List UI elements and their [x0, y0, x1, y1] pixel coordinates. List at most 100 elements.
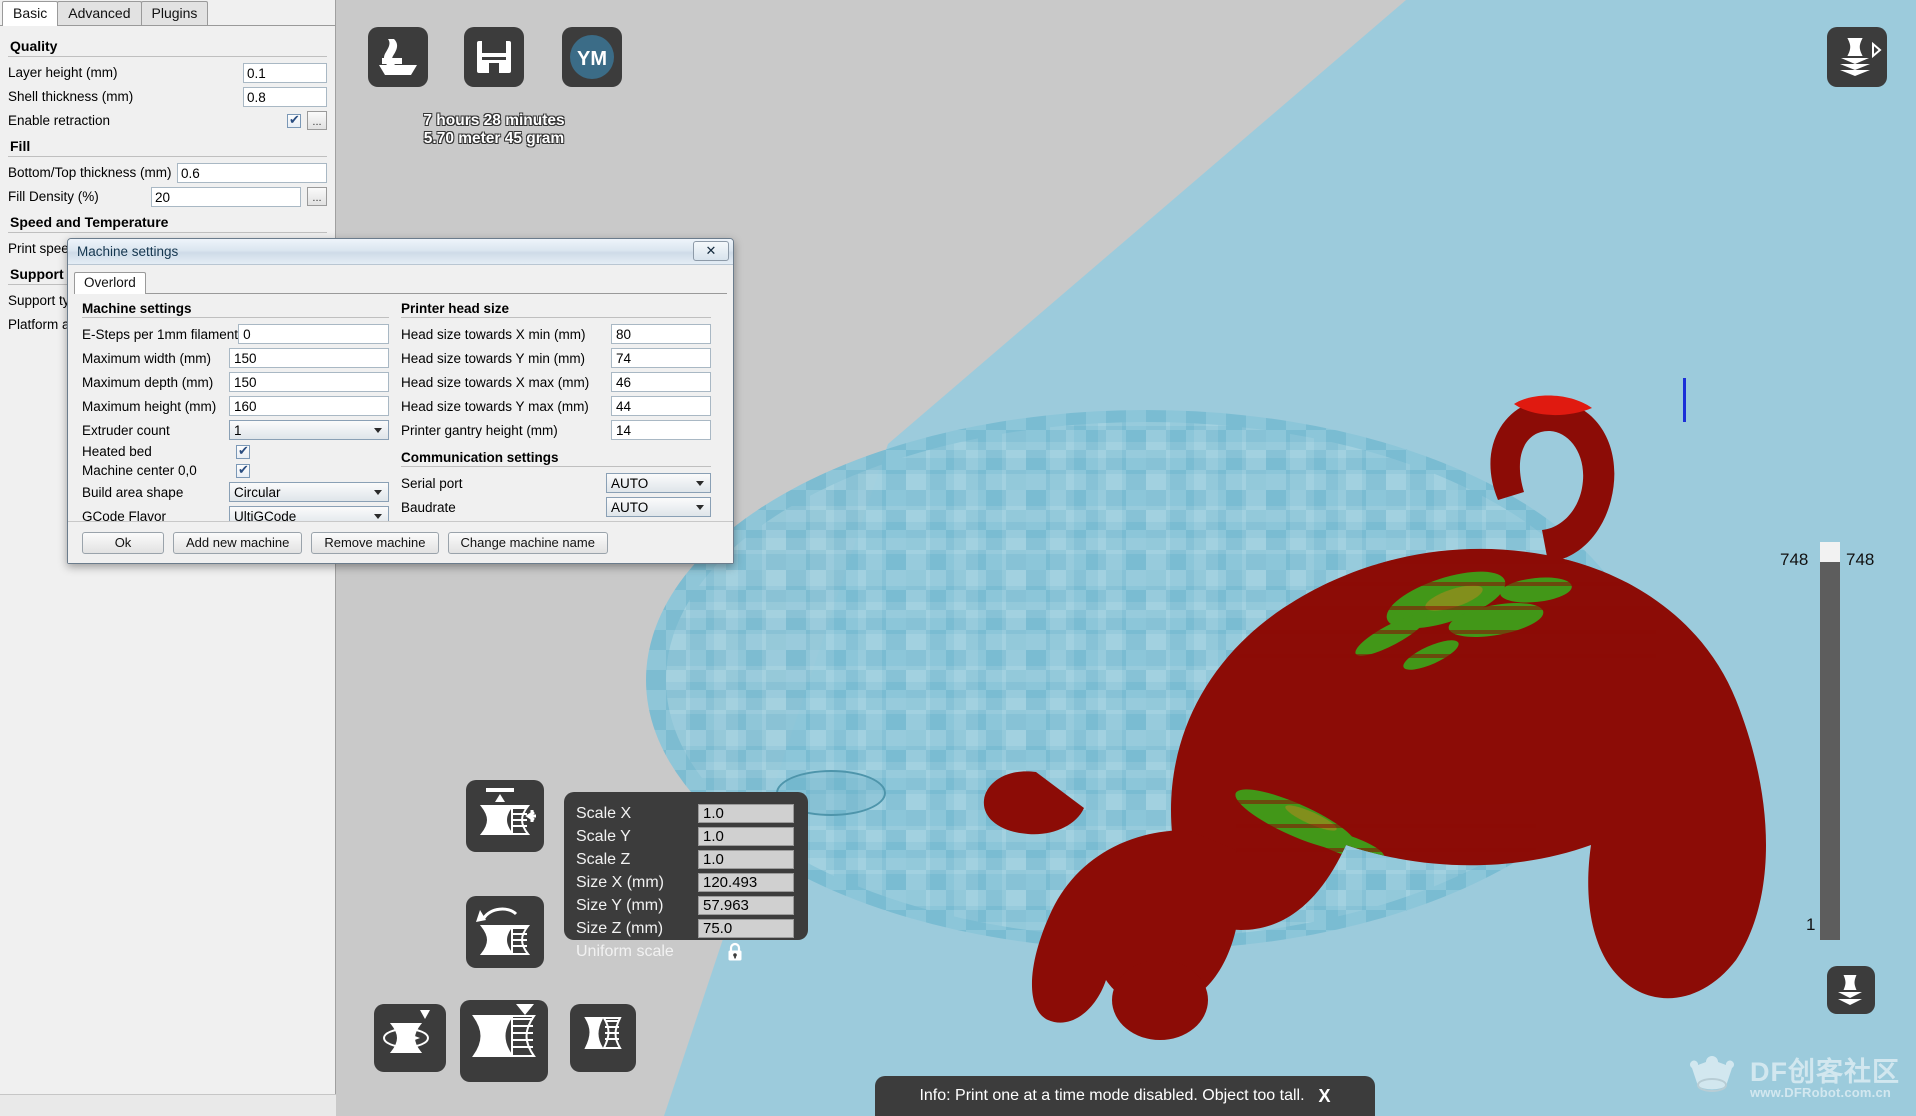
scale-x-input[interactable]: 1.0: [698, 804, 794, 823]
model-view-icon: [1838, 975, 1862, 1005]
dialog-row-max-height[interactable]: Maximum height (mm) 160: [82, 394, 389, 418]
fill-density-options-button[interactable]: ...: [307, 187, 327, 206]
dialog-close-button[interactable]: ✕: [693, 241, 729, 261]
setting-row-bottom-top-thickness[interactable]: Bottom/Top thickness (mm) 0.6: [8, 161, 327, 184]
scale-row[interactable]: Scale Y 1.0: [576, 825, 796, 848]
dialog-tab-overlord[interactable]: Overlord: [74, 272, 146, 294]
divider: [8, 56, 327, 57]
max-height-input[interactable]: 160: [229, 396, 389, 416]
dialog-titlebar[interactable]: Machine settings ✕: [68, 239, 733, 265]
dialog-row-max-width[interactable]: Maximum width (mm) 150: [82, 346, 389, 370]
dialog-row-head-x-min[interactable]: Head size towards X min (mm) 80: [401, 322, 711, 346]
build-area-shape-select[interactable]: Circular: [229, 482, 389, 502]
dialog-row-head-x-max[interactable]: Head size towards X max (mm) 46: [401, 370, 711, 394]
size-z-input[interactable]: 75.0: [698, 919, 794, 938]
scale-row[interactable]: Size X (mm) 120.493: [576, 871, 796, 894]
scale-z-input[interactable]: 1.0: [698, 850, 794, 869]
scale-row[interactable]: Scale Z 1.0: [576, 848, 796, 871]
scale-row[interactable]: Scale X 1.0: [576, 802, 796, 825]
dialog-row-head-y-min[interactable]: Head size towards Y min (mm) 74: [401, 346, 711, 370]
dialog-row-esteps[interactable]: E-Steps per 1mm filament 0: [82, 322, 389, 346]
enable-retraction-options-button[interactable]: ...: [307, 111, 327, 130]
dialog-row-gantry-height[interactable]: Printer gantry height (mm) 14: [401, 418, 711, 442]
head-y-max-label: Head size towards Y max (mm): [401, 398, 589, 414]
chevron-down-icon: [696, 481, 704, 486]
heated-bed-checkbox[interactable]: [236, 443, 250, 459]
rotate-tool-button[interactable]: [466, 896, 544, 968]
dialog-content: Machine settings E-Steps per 1mm filamen…: [68, 295, 733, 526]
baudrate-select[interactable]: AUTO: [606, 497, 711, 517]
max-width-input[interactable]: 150: [229, 348, 389, 368]
tab-basic[interactable]: Basic: [2, 1, 59, 26]
shell-thickness-input[interactable]: 0.8: [243, 86, 327, 107]
layer-slider-handle[interactable]: [1820, 542, 1840, 562]
serial-port-select[interactable]: AUTO: [606, 473, 711, 493]
uniform-scale-row[interactable]: Uniform scale: [576, 940, 796, 963]
mirror-tool-button[interactable]: [374, 1004, 446, 1072]
setting-row-layer-height[interactable]: Layer height (mm) 0.1: [8, 61, 327, 84]
dialog-left-column: Machine settings E-Steps per 1mm filamen…: [82, 301, 389, 526]
tab-plugins[interactable]: Plugins: [140, 1, 209, 25]
reset-tool-button[interactable]: [460, 1000, 548, 1082]
dialog-row-baudrate[interactable]: Baudrate AUTO: [401, 495, 711, 519]
save-floppy-icon: [477, 41, 511, 73]
gantry-height-input[interactable]: 14: [611, 420, 711, 440]
fill-density-input[interactable]: 20: [151, 186, 301, 207]
size-y-input[interactable]: 57.963: [698, 896, 794, 915]
head-y-max-input[interactable]: 44: [611, 396, 711, 416]
layer-slider-track[interactable]: [1820, 555, 1840, 940]
scale-panel[interactable]: Scale X 1.0 Scale Y 1.0 Scale Z 1.0 Size…: [564, 792, 808, 960]
scale-row[interactable]: Size Y (mm) 57.963: [576, 894, 796, 917]
load-model-button[interactable]: [368, 27, 428, 87]
scale-tool-button[interactable]: [466, 780, 544, 852]
layer-slider-value-right: 748: [1846, 550, 1875, 569]
share-youmagine-button[interactable]: YM: [562, 27, 622, 87]
dialog-row-serial-port[interactable]: Serial port AUTO: [401, 471, 711, 495]
serial-port-label: Serial port: [401, 475, 463, 491]
dialog-row-extruder-count[interactable]: Extruder count 1: [82, 418, 389, 442]
info-notification-bar[interactable]: Info: Print one at a time mode disabled.…: [875, 1076, 1375, 1116]
scale-y-input[interactable]: 1.0: [698, 827, 794, 846]
machine-settings-dialog[interactable]: Machine settings ✕ Overlord Machine sett…: [67, 238, 734, 564]
setting-row-enable-retraction[interactable]: Enable retraction ...: [8, 109, 327, 132]
layer-slider-value-bottom: 1: [1806, 915, 1816, 934]
max-depth-input[interactable]: 150: [229, 372, 389, 392]
dialog-row-heated-bed[interactable]: Heated bed: [82, 442, 389, 461]
head-x-max-input[interactable]: 46: [611, 372, 711, 392]
mirror-z-tool-button[interactable]: [570, 1004, 636, 1072]
change-machine-name-button[interactable]: Change machine name: [447, 531, 608, 554]
print-time-text: 7 hours 28 minutes: [423, 112, 565, 129]
machine-center-checkbox[interactable]: [236, 462, 250, 478]
dialog-tabstrip: Overlord: [74, 270, 727, 294]
machine-settings-section-title: Machine settings: [82, 301, 192, 316]
dialog-row-head-y-max[interactable]: Head size towards Y max (mm) 44: [401, 394, 711, 418]
setting-row-shell-thickness[interactable]: Shell thickness (mm) 0.8: [8, 85, 327, 108]
info-close-button[interactable]: X: [1319, 1086, 1331, 1107]
add-new-machine-button[interactable]: Add new machine: [173, 531, 303, 554]
layer-height-input[interactable]: 0.1: [243, 62, 327, 83]
view-mode-button[interactable]: [1827, 27, 1887, 87]
bottom-top-thickness-input[interactable]: 0.6: [177, 162, 327, 183]
dialog-row-machine-center[interactable]: Machine center 0,0: [82, 461, 389, 480]
setting-row-fill-density[interactable]: Fill Density (%) 20 ...: [8, 185, 327, 208]
head-y-min-input[interactable]: 74: [611, 348, 711, 368]
save-toolpath-button[interactable]: [464, 27, 524, 87]
size-x-input[interactable]: 120.493: [698, 873, 794, 892]
divider: [8, 156, 327, 157]
extruder-count-select[interactable]: 1: [229, 420, 389, 440]
size-x-label: Size X (mm): [576, 873, 664, 891]
view-normal-button[interactable]: [1827, 966, 1875, 1014]
max-width-label: Maximum width (mm): [82, 350, 212, 366]
ok-button[interactable]: Ok: [82, 531, 164, 554]
dialog-row-build-area-shape[interactable]: Build area shape Circular: [82, 480, 389, 504]
dialog-row-max-depth[interactable]: Maximum depth (mm) 150: [82, 370, 389, 394]
head-x-min-input[interactable]: 80: [611, 324, 711, 344]
tab-advanced[interactable]: Advanced: [57, 1, 142, 25]
enable-retraction-checkbox[interactable]: [287, 112, 301, 128]
lock-icon[interactable]: [726, 942, 744, 962]
remove-machine-button[interactable]: Remove machine: [311, 531, 439, 554]
esteps-input[interactable]: 0: [238, 324, 389, 344]
scale-row[interactable]: Size Z (mm) 75.0: [576, 917, 796, 940]
chevron-down-icon: [696, 505, 704, 510]
chevron-down-icon: [374, 428, 382, 433]
